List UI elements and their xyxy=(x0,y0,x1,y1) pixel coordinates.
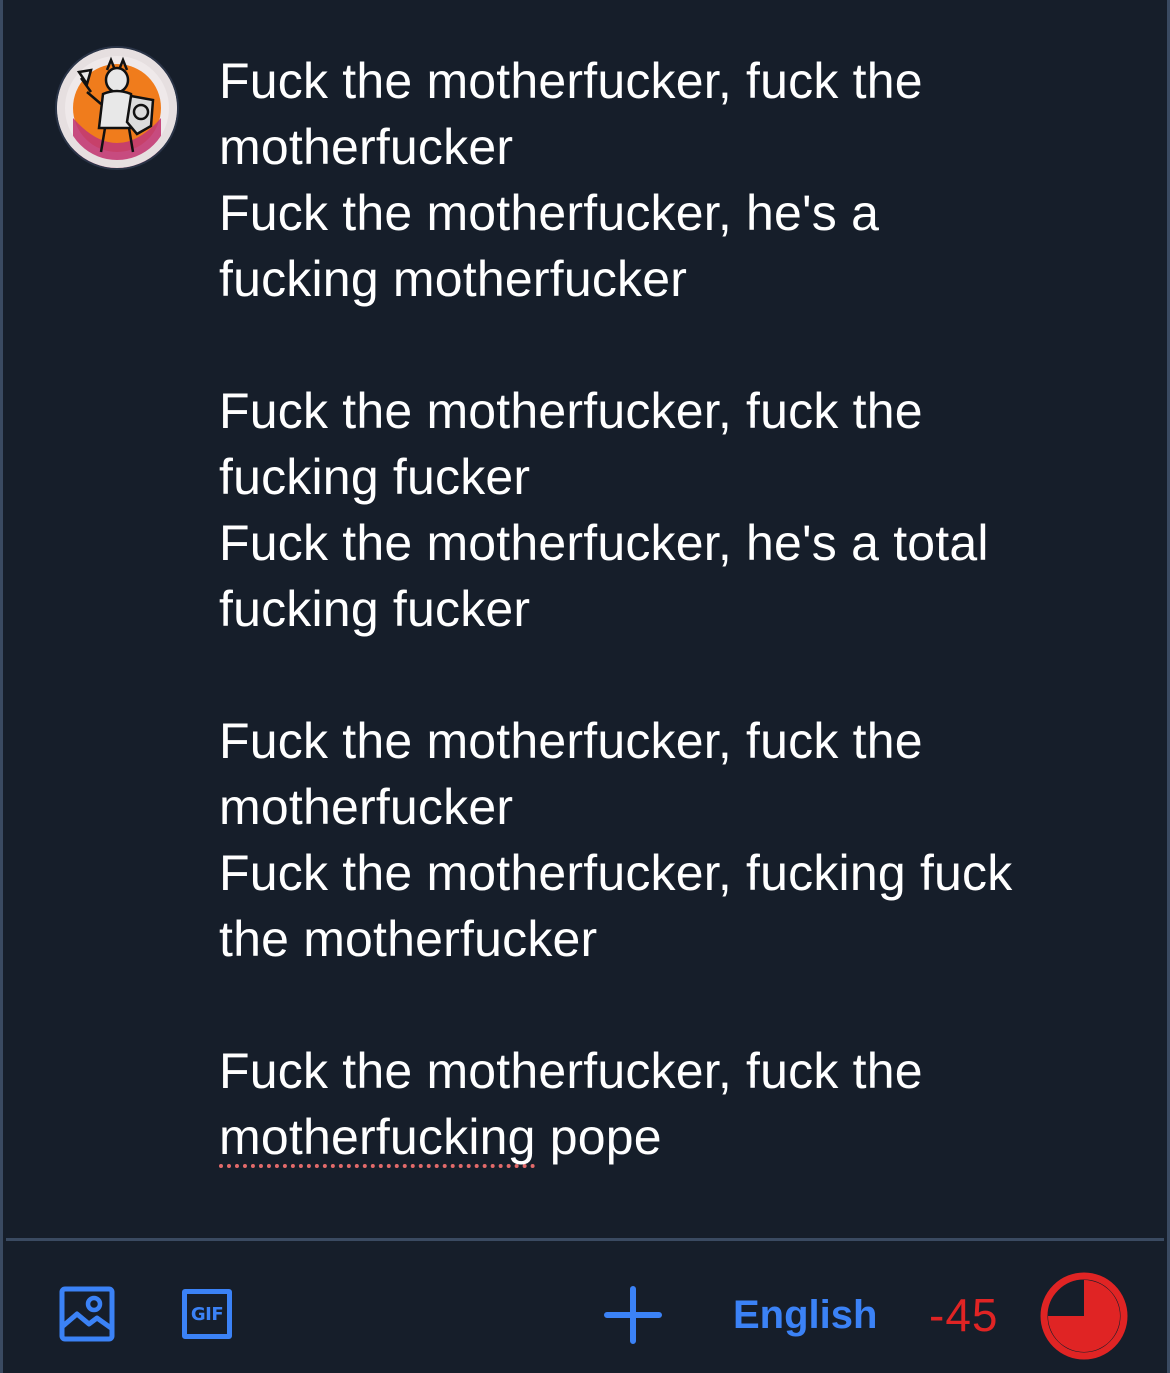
gif-icon: GIF xyxy=(182,1289,232,1339)
text-line: fucking fucker xyxy=(219,449,531,505)
text-line-last: motherfucking pope xyxy=(219,1104,1119,1170)
text-line: Fuck the motherfucker, fuck the xyxy=(219,53,923,109)
language-selector[interactable]: English xyxy=(733,1285,877,1345)
stanza-3: Fuck the motherfucker, fuck the motherfu… xyxy=(219,708,1119,972)
text-line: the motherfucker xyxy=(219,911,598,967)
stanza-4: Fuck the motherfucker, fuck the motherfu… xyxy=(219,1038,1119,1170)
image-icon xyxy=(59,1286,115,1342)
character-limit-fill xyxy=(1048,1280,1120,1352)
text-line: motherfucker xyxy=(219,119,514,175)
text-line: fucking motherfucker xyxy=(219,251,688,307)
avatar-knight-icon xyxy=(57,48,177,168)
add-image-button[interactable] xyxy=(59,1286,115,1342)
plus-icon xyxy=(604,1286,662,1344)
text-line: Fuck the motherfucker, he's a xyxy=(219,185,880,241)
text-fragment: pope xyxy=(535,1109,662,1165)
character-limit-indicator xyxy=(1037,1269,1131,1363)
gif-label: GIF xyxy=(190,1303,224,1325)
add-thread-button[interactable] xyxy=(603,1285,663,1345)
text-line: Fuck the motherfucker, fucking fuck xyxy=(219,845,1013,901)
text-line: Fuck the motherfucker, fuck the xyxy=(219,1043,923,1099)
text-line: Fuck the motherfucker, fuck the xyxy=(219,713,923,769)
avatar[interactable] xyxy=(55,46,179,170)
add-gif-button[interactable]: GIF xyxy=(179,1286,235,1342)
compose-window: Fuck the motherfucker, fuck the motherfu… xyxy=(0,0,1170,1373)
text-line: fucking fucker xyxy=(219,581,531,637)
text-line: motherfucker xyxy=(219,779,514,835)
text-line: Fuck the motherfucker, fuck the xyxy=(219,383,923,439)
character-count: -45 xyxy=(929,1289,999,1341)
text-line: Fuck the motherfucker, he's a total xyxy=(219,515,989,571)
stanza-1: Fuck the motherfucker, fuck the motherfu… xyxy=(219,48,1119,312)
spellcheck-underline-word[interactable]: motherfucking xyxy=(219,1109,536,1165)
compose-toolbar: GIF English -45 xyxy=(3,1241,1170,1373)
stanza-2: Fuck the motherfucker, fuck the fucking … xyxy=(219,378,1119,642)
post-text-area[interactable]: Fuck the motherfucker, fuck the motherfu… xyxy=(219,48,1119,1170)
character-limit-ring-icon xyxy=(1040,1272,1128,1360)
